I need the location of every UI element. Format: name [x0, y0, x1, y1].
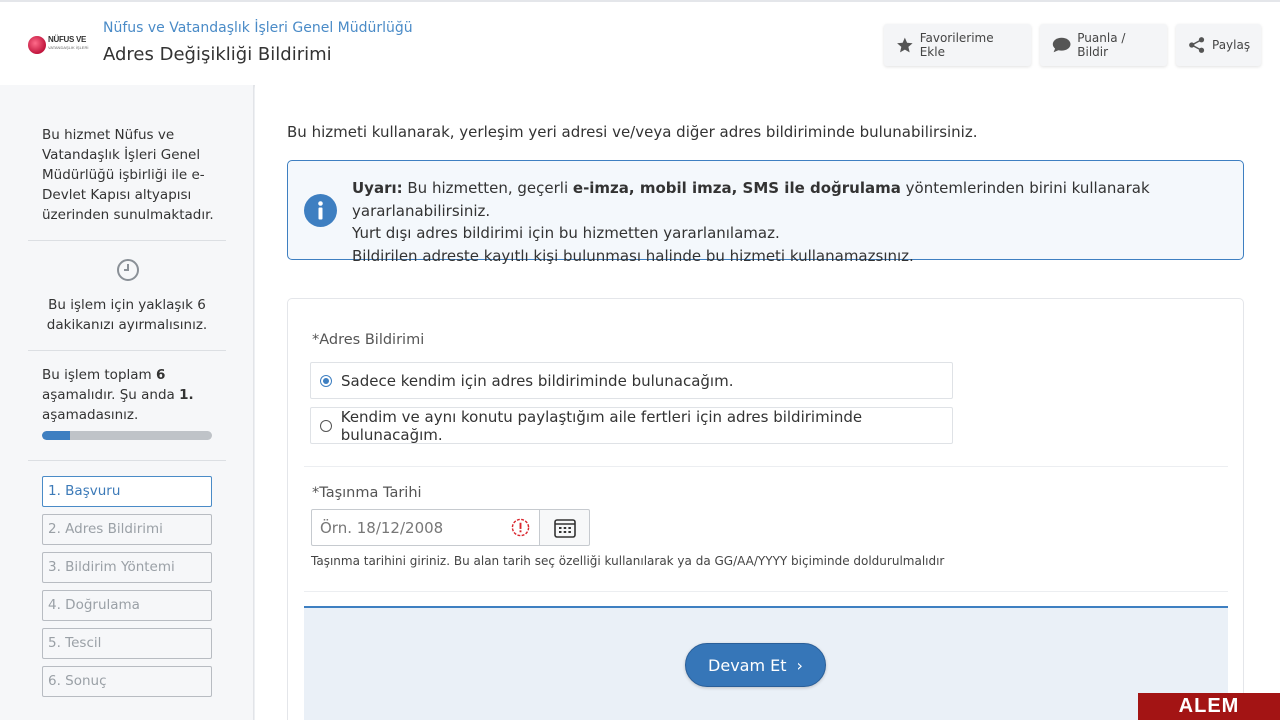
- page-header: NÜFUS VE VATANDAŞLIK İŞLERİ Nüfus ve Vat…: [0, 0, 1280, 85]
- step-dogrulama: 4. Doğrulama: [42, 590, 212, 621]
- step-sonuc: 6. Sonuç: [42, 666, 212, 697]
- move-date-input[interactable]: [311, 509, 540, 546]
- move-date-hint: Taşınma tarihini giriniz. Bu alan tarih …: [311, 554, 945, 568]
- nvi-logo[interactable]: NÜFUS VE VATANDAŞLIK İŞLERİ: [28, 34, 94, 56]
- radio-selected-icon: [320, 374, 332, 387]
- form-divider: [304, 591, 1228, 592]
- logo-subtext: VATANDAŞLIK İŞLERİ: [48, 45, 89, 50]
- add-favorite-button[interactable]: Favorilerime Ekle: [884, 24, 1031, 66]
- logo-text: NÜFUS VE: [48, 35, 87, 44]
- warning-line-1-bold: e-imza, mobil imza, SMS ile doğrulama: [572, 179, 901, 197]
- step-tescil: 5. Tescil: [42, 628, 212, 659]
- move-date-group: [311, 509, 591, 546]
- sidebar: Bu hizmet Nüfus ve Vatandaşlık İşleri Ge…: [0, 85, 254, 720]
- share-icon: [1189, 37, 1205, 53]
- step-suffix: aşamadasınız.: [42, 407, 139, 423]
- progress-fill: [42, 431, 71, 440]
- sidebar-divider: [28, 460, 226, 461]
- radio-with-family[interactable]: Kendim ve aynı konutu paylaştığım aile f…: [310, 407, 953, 444]
- step-mid: aşamalıdır. Şu anda: [42, 387, 180, 403]
- sidebar-divider: [28, 240, 226, 241]
- step-list: 1. Başvuru 2. Adres Bildirimi 3. Bildiri…: [42, 476, 212, 704]
- calendar-button[interactable]: [539, 509, 590, 546]
- address-type-label: *Adres Bildirimi: [312, 332, 425, 348]
- watermark: ALEM HABER: [1138, 693, 1280, 720]
- institution-link[interactable]: Nüfus ve Vatandaşlık İşleri Genel Müdürl…: [103, 20, 413, 36]
- form-divider: [304, 466, 1228, 467]
- warning-line-3: Bildirilen adreste kayıtlı kişi bulunmas…: [352, 246, 914, 265]
- step-adres-bildirimi: 2. Adres Bildirimi: [42, 514, 212, 545]
- rate-button[interactable]: Puanla / Bildir: [1040, 24, 1167, 66]
- step-bildirim-yontemi: 3. Bildirim Yöntemi: [42, 552, 212, 583]
- step-current: 1.: [179, 387, 194, 403]
- intro-text: Bu hizmeti kullanarak, yerleşim yeri adr…: [287, 123, 978, 141]
- chevron-right-icon: ›: [796, 655, 803, 675]
- page-title: Adres Değişikliği Bildirimi: [103, 44, 332, 65]
- clock-icon: [117, 259, 139, 281]
- speech-bubble-icon: [1052, 37, 1071, 53]
- main-content: Bu hizmeti kullanarak, yerleşim yeri adr…: [255, 85, 1280, 720]
- estimated-time-text: Bu işlem için yaklaşık 6 dakikanızı ayır…: [46, 297, 208, 333]
- warning-text: Uyarı: Bu hizmetten, geçerli e-imza, mob…: [352, 177, 1243, 267]
- rate-label: Puanla / Bildir: [1077, 31, 1126, 59]
- warning-line-1: Uyarı: Bu hizmetten, geçerli e-imza, mob…: [352, 177, 1243, 222]
- step-status-text: Bu işlem toplam 6 aşamalıdır. Şu anda 1.…: [42, 365, 217, 425]
- radio-self-only-label: Sadece kendim için adres bildiriminde bu…: [341, 371, 734, 390]
- error-icon: [511, 518, 530, 537]
- sidebar-divider: [28, 350, 226, 351]
- warning-label: Uyarı:: [352, 179, 403, 197]
- move-date-label: *Taşınma Tarihi: [312, 485, 422, 501]
- radio-with-family-label: Kendim ve aynı konutu paylaştığım aile f…: [340, 407, 863, 444]
- step-prefix: Bu işlem toplam: [42, 367, 156, 383]
- step-total: 6: [155, 367, 166, 383]
- add-favorite-label: Favorilerime Ekle: [919, 31, 994, 59]
- step-basvuru[interactable]: 1. Başvuru: [42, 476, 212, 507]
- warning-line-2: Yurt dışı adres bildirimi için bu hizmet…: [352, 224, 780, 242]
- radio-self-only[interactable]: Sadece kendim için adres bildiriminde bu…: [310, 362, 953, 399]
- form-footer: Devam Et ›: [304, 606, 1228, 720]
- warning-box: Uyarı: Bu hizmetten, geçerli e-imza, mob…: [287, 160, 1244, 265]
- radio-unselected-icon: [320, 419, 332, 432]
- progress-bar: [42, 431, 212, 440]
- star-icon: [897, 37, 913, 53]
- logo-mark-icon: [28, 36, 46, 54]
- share-label: Paylaş: [1212, 38, 1251, 52]
- warning-line-1a: Bu hizmetten, geçerli: [402, 179, 573, 197]
- form-panel: *Adres Bildirimi Sadece kendim için adre…: [287, 298, 1244, 720]
- service-info-text: Bu hizmet Nüfus ve Vatandaşlık İşleri Ge…: [42, 127, 214, 223]
- continue-button[interactable]: Devam Et ›: [685, 643, 826, 687]
- info-icon: [304, 194, 337, 227]
- continue-label: Devam Et: [708, 655, 787, 675]
- calendar-icon: [553, 518, 576, 538]
- share-button[interactable]: Paylaş: [1176, 24, 1261, 66]
